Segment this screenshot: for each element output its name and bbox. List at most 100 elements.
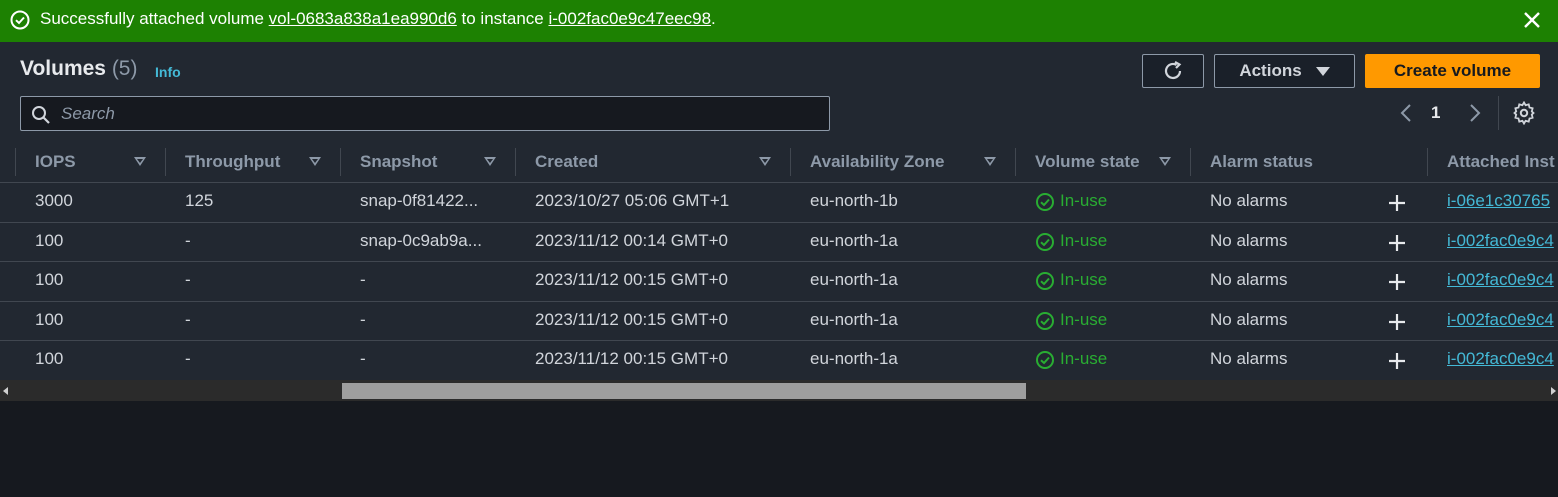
previous-page-icon[interactable] (1397, 102, 1415, 124)
cell-snapshot: snap-0f81422... (360, 191, 479, 210)
cell-iops: 3000 (35, 191, 73, 210)
cell-volume-state: In-use (1060, 270, 1108, 289)
actions-label: Actions (1239, 61, 1302, 80)
column-divider (1427, 148, 1428, 176)
row-divider (0, 261, 1558, 262)
cell-snapshot: - (360, 310, 366, 329)
cell-snapshot: - (360, 270, 366, 289)
cell-throughput: - (185, 231, 191, 250)
column-divider (15, 148, 16, 176)
cell-iops: 100 (35, 310, 64, 329)
sort-icon[interactable] (134, 157, 146, 166)
column-header-throughput[interactable]: Throughput (185, 152, 280, 172)
column-header-availability-zone[interactable]: Availability Zone (810, 152, 944, 172)
scroll-left-arrow[interactable] (3, 387, 8, 395)
scrollbar-thumb[interactable] (342, 383, 1026, 399)
flash-instance-link[interactable]: i-002fac0e9c47eec98 (548, 9, 711, 28)
row-divider (0, 222, 1558, 223)
column-header-snapshot[interactable]: Snapshot (360, 152, 437, 172)
cell-alarm-status: No alarms (1210, 310, 1288, 329)
success-flash-banner: Successfully attached volume vol-0683a83… (0, 0, 1558, 42)
sort-icon[interactable] (1159, 157, 1171, 166)
cell-created: 2023/10/27 05:06 GMT+1 (535, 191, 730, 210)
flash-suffix: . (711, 9, 716, 28)
cell-created: 2023/11/12 00:14 GMT+0 (535, 231, 728, 250)
page-title: Volumes (5) (20, 57, 137, 81)
cell-snapshot: - (360, 349, 366, 368)
cell-throughput: - (185, 270, 191, 289)
cell-availability-zone: eu-north-1a (810, 349, 898, 368)
row-divider (0, 301, 1558, 302)
page-number[interactable]: 1 (1431, 103, 1440, 123)
column-header-attached-instance[interactable]: Attached Inst (1447, 152, 1555, 172)
search-icon (32, 106, 50, 124)
cell-volume-state: In-use (1060, 231, 1108, 250)
close-icon[interactable] (1520, 8, 1544, 32)
plus-icon[interactable] (1387, 351, 1407, 371)
plus-icon[interactable] (1387, 272, 1407, 292)
cell-alarm-status: No alarms (1210, 231, 1288, 250)
cell-alarm-status: No alarms (1210, 270, 1288, 289)
search-input[interactable] (61, 103, 821, 125)
column-divider (165, 148, 166, 176)
actions-dropdown[interactable]: Actions (1214, 54, 1355, 88)
check-circle-icon (1036, 193, 1054, 211)
cell-alarm-status: No alarms (1210, 191, 1288, 210)
cell-attached-instance[interactable]: i-06e1c30765 (1447, 191, 1550, 211)
caret-down-icon (1315, 66, 1330, 76)
refresh-button[interactable] (1142, 54, 1204, 88)
cell-iops: 100 (35, 270, 64, 289)
cell-availability-zone: eu-north-1a (810, 270, 898, 289)
next-page-icon[interactable] (1466, 102, 1484, 124)
plus-icon[interactable] (1387, 193, 1407, 213)
cell-attached-instance[interactable]: i-002fac0e9c4 (1447, 231, 1554, 251)
cell-volume-state: In-use (1060, 349, 1108, 368)
sort-icon[interactable] (484, 157, 496, 166)
cell-volume-state: In-use (1060, 310, 1108, 329)
check-circle-icon (10, 10, 30, 30)
sort-icon[interactable] (984, 157, 996, 166)
column-header-iops[interactable]: IOPS (35, 152, 76, 172)
info-link[interactable]: Info (155, 64, 181, 80)
flash-middle: to instance (456, 9, 549, 28)
title-text: Volumes (20, 57, 106, 80)
create-volume-button[interactable]: Create volume (1365, 54, 1540, 88)
cell-volume-state: In-use (1060, 191, 1108, 210)
flash-message: Successfully attached volume vol-0683a83… (40, 9, 716, 29)
column-divider (790, 148, 791, 176)
header-divider (0, 182, 1558, 183)
cell-iops: 100 (35, 231, 64, 250)
pager-divider (1498, 96, 1499, 130)
check-circle-icon (1036, 272, 1054, 290)
scroll-right-arrow[interactable] (1551, 387, 1556, 395)
gear-icon[interactable] (1512, 101, 1536, 125)
column-divider (340, 148, 341, 176)
flash-prefix: Successfully attached volume (40, 9, 269, 28)
plus-icon[interactable] (1387, 233, 1407, 253)
cell-availability-zone: eu-north-1a (810, 310, 898, 329)
column-header-alarm-status: Alarm status (1210, 152, 1313, 171)
sort-icon[interactable] (309, 157, 321, 166)
row-divider (0, 340, 1558, 341)
volume-count: (5) (111, 57, 138, 80)
column-divider (1015, 148, 1016, 176)
flash-volume-link[interactable]: vol-0683a838a1ea990d6 (269, 9, 457, 28)
check-circle-icon (1036, 233, 1054, 251)
cell-throughput: - (185, 349, 191, 368)
cell-availability-zone: eu-north-1a (810, 231, 898, 250)
plus-icon[interactable] (1387, 312, 1407, 332)
horizontal-scrollbar[interactable] (0, 380, 1558, 401)
cell-attached-instance[interactable]: i-002fac0e9c4 (1447, 310, 1554, 330)
column-divider (1190, 148, 1191, 176)
check-circle-icon (1036, 312, 1054, 330)
cell-attached-instance[interactable]: i-002fac0e9c4 (1447, 270, 1554, 290)
cell-iops: 100 (35, 349, 64, 368)
cell-attached-instance[interactable]: i-002fac0e9c4 (1447, 349, 1554, 369)
column-header-volume-state[interactable]: Volume state (1035, 152, 1140, 172)
sort-icon[interactable] (759, 157, 771, 166)
refresh-icon (1164, 61, 1182, 80)
cell-availability-zone: eu-north-1b (810, 191, 898, 210)
cell-created: 2023/11/12 00:15 GMT+0 (535, 270, 728, 289)
column-header-created[interactable]: Created (535, 152, 598, 172)
check-circle-icon (1036, 351, 1054, 369)
